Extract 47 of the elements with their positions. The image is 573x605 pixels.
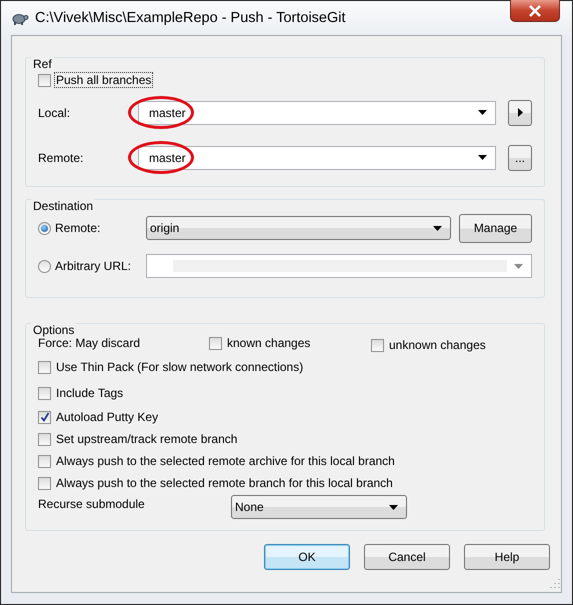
manage-button[interactable]: Manage xyxy=(459,214,532,242)
checkbox-label[interactable]: Push all branches xyxy=(55,73,152,87)
checkbox-label[interactable]: Set upstream/track remote branch xyxy=(55,432,238,446)
force-label: Force: May discard xyxy=(38,336,142,350)
recurse-combo[interactable]: None xyxy=(231,495,407,519)
group-title: Destination xyxy=(31,199,96,213)
remote-combo[interactable]: origin xyxy=(146,216,451,240)
play-arrow-icon xyxy=(518,108,522,117)
checkbox[interactable] xyxy=(38,476,51,490)
window-title: C:\Vivek\Misc\ExampleRepo - Push - TortoiseGit xyxy=(35,10,346,26)
group-title: Options xyxy=(31,323,76,337)
checkbox[interactable] xyxy=(38,454,51,468)
checkbox-label[interactable]: Include Tags xyxy=(55,386,124,400)
group-title: Ref xyxy=(31,57,54,71)
checkbox-label[interactable]: known changes xyxy=(226,336,312,350)
checkbox-label[interactable]: Autoload Putty Key xyxy=(55,410,160,424)
dropdown-arrow-icon xyxy=(478,110,487,115)
checkbox[interactable] xyxy=(38,432,51,446)
checkbox-label[interactable]: Always push to the selected remote branch for this local branch xyxy=(55,476,394,490)
checkbox[interactable] xyxy=(38,386,51,400)
field-label: Recurse submodule xyxy=(38,497,146,511)
dropdown-arrow-icon xyxy=(514,264,523,268)
dropdown-arrow-icon xyxy=(478,155,487,160)
checkbox-label[interactable]: unknown changes xyxy=(388,338,487,352)
dialog-button[interactable]: Help xyxy=(464,544,550,570)
arrow-button[interactable] xyxy=(508,100,532,126)
radio-button[interactable] xyxy=(38,222,51,234)
checkbox-label[interactable]: Always push to the selected remote archive for this local branch xyxy=(55,454,396,468)
branch-combo[interactable]: master xyxy=(138,100,496,124)
checkbox[interactable] xyxy=(38,74,51,86)
branch-combo[interactable]: master xyxy=(138,146,496,170)
dialog-button[interactable]: Cancel xyxy=(364,544,450,570)
radio-label[interactable]: Remote: xyxy=(55,221,100,235)
browse-button[interactable]: ... xyxy=(508,144,532,170)
checkbox[interactable] xyxy=(209,336,222,350)
field-label: Remote: xyxy=(38,150,84,164)
turtle-icon xyxy=(11,11,29,25)
checkbox[interactable] xyxy=(38,410,51,424)
dialog-button[interactable]: OK xyxy=(264,544,350,570)
dropdown-arrow-icon xyxy=(389,504,398,510)
dropdown-arrow-icon xyxy=(433,226,442,230)
checkbox[interactable] xyxy=(38,360,51,374)
close-icon xyxy=(528,4,542,16)
field-label: Local: xyxy=(38,106,72,120)
checkbox[interactable] xyxy=(371,338,384,352)
close-button[interactable] xyxy=(510,0,560,22)
checkbox-label[interactable]: Use Thin Pack (For slow network connections) xyxy=(55,360,304,374)
